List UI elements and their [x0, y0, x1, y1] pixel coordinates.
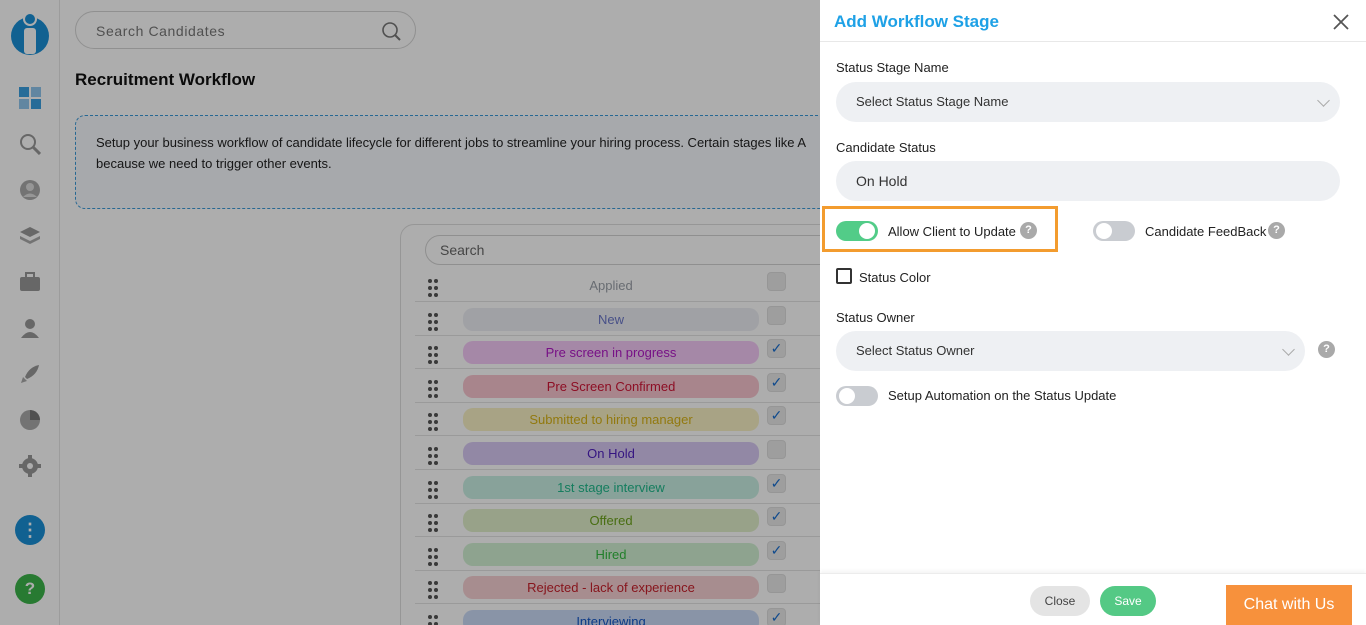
modal-backdrop[interactable]	[0, 0, 820, 625]
close-icon[interactable]	[1332, 13, 1350, 31]
status-owner-select[interactable]: Select Status Owner	[836, 331, 1305, 371]
candidate-status-field[interactable]: On Hold	[836, 161, 1340, 201]
candidate-status-value: On Hold	[856, 173, 908, 189]
allow-client-label: Allow Client to Update	[888, 224, 1016, 239]
help-icon[interactable]: ?	[1020, 222, 1037, 239]
candidate-feedback-toggle[interactable]	[1093, 221, 1135, 241]
status-owner-placeholder: Select Status Owner	[856, 343, 975, 358]
candidate-status-label: Candidate Status	[836, 140, 936, 155]
add-workflow-stage-drawer: Add Workflow Stage Status Stage Name Sel…	[820, 0, 1366, 625]
chevron-down-icon	[1282, 343, 1295, 356]
chevron-down-icon	[1317, 94, 1330, 107]
status-owner-label: Status Owner	[836, 310, 915, 325]
allow-client-toggle[interactable]	[836, 221, 878, 241]
automation-label: Setup Automation on the Status Update	[888, 388, 1117, 403]
help-icon[interactable]: ?	[1318, 341, 1335, 358]
chat-with-us-button[interactable]: Chat with Us	[1226, 585, 1352, 625]
candidate-feedback-label: Candidate FeedBack	[1145, 224, 1267, 239]
drawer-title: Add Workflow Stage	[834, 12, 999, 31]
close-button[interactable]: Close	[1030, 586, 1090, 616]
status-color-checkbox[interactable]	[836, 268, 852, 284]
stage-name-label: Status Stage Name	[836, 60, 949, 75]
drawer-header: Add Workflow Stage	[820, 0, 1366, 42]
help-icon[interactable]: ?	[1268, 222, 1285, 239]
automation-toggle[interactable]	[836, 386, 878, 406]
save-button[interactable]: Save	[1100, 586, 1156, 616]
stage-name-placeholder: Select Status Stage Name	[856, 94, 1009, 109]
status-color-label: Status Color	[859, 270, 931, 285]
stage-name-select[interactable]: Select Status Stage Name	[836, 82, 1340, 122]
